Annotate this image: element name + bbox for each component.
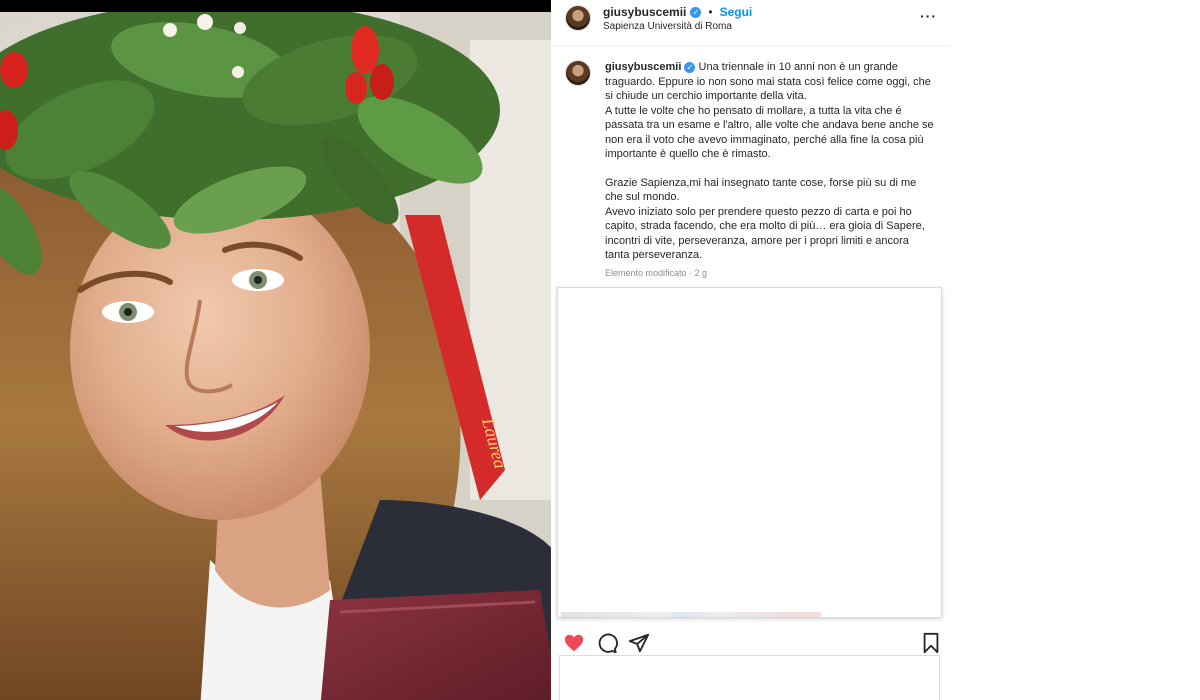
separator-dot: • bbox=[708, 5, 713, 19]
caption-avatar[interactable] bbox=[565, 60, 591, 86]
share-icon[interactable] bbox=[628, 632, 650, 654]
follow-button[interactable]: Segui bbox=[720, 5, 753, 19]
verified-icon: ✓ bbox=[690, 6, 702, 18]
caption-paragraph-2: A tutte le volte che ho pensato di molla… bbox=[605, 104, 934, 161]
obscured-comment bbox=[561, 612, 821, 618]
caption-paragraph-4: Avevo iniziato solo per prendere questo … bbox=[605, 205, 925, 262]
comment-icon[interactable] bbox=[596, 632, 618, 654]
author-username[interactable]: giusybuscemii bbox=[603, 5, 686, 19]
post-photo[interactable]: Laurea bbox=[0, 0, 551, 700]
post-details-panel: giusybuscemii ✓ • Segui Sapienza Univers… bbox=[551, 0, 949, 700]
blank-overlay-box bbox=[557, 287, 942, 618]
page-background bbox=[949, 0, 1200, 700]
post-header: giusybuscemii ✓ • Segui Sapienza Univers… bbox=[551, 0, 949, 46]
action-bar bbox=[551, 628, 949, 656]
heart-icon[interactable] bbox=[563, 632, 585, 654]
caption-text: giusybuscemii ✓ Una triennale in 10 anni… bbox=[605, 60, 935, 263]
photo-illustration: Laurea bbox=[0, 0, 551, 700]
author-avatar[interactable] bbox=[565, 5, 591, 31]
edited-timestamp: Elemento modificato · 2 g bbox=[605, 268, 708, 278]
header-user-row: giusybuscemii ✓ • Segui bbox=[603, 5, 752, 19]
screen: Laurea giusybuscemii ✓ • Segui Sapienza … bbox=[0, 0, 1200, 700]
post-location[interactable]: Sapienza Università di Roma bbox=[603, 21, 732, 32]
caption-paragraph-3: Grazie Sapienza,mi hai insegnato tante c… bbox=[605, 176, 917, 204]
verified-icon: ✓ bbox=[684, 62, 696, 73]
caption-username[interactable]: giusybuscemii bbox=[605, 61, 681, 73]
more-options-icon[interactable]: ··· bbox=[920, 8, 937, 24]
comment-area[interactable] bbox=[559, 655, 940, 700]
bookmark-icon[interactable] bbox=[920, 632, 942, 654]
photo-top-bar bbox=[0, 0, 551, 12]
